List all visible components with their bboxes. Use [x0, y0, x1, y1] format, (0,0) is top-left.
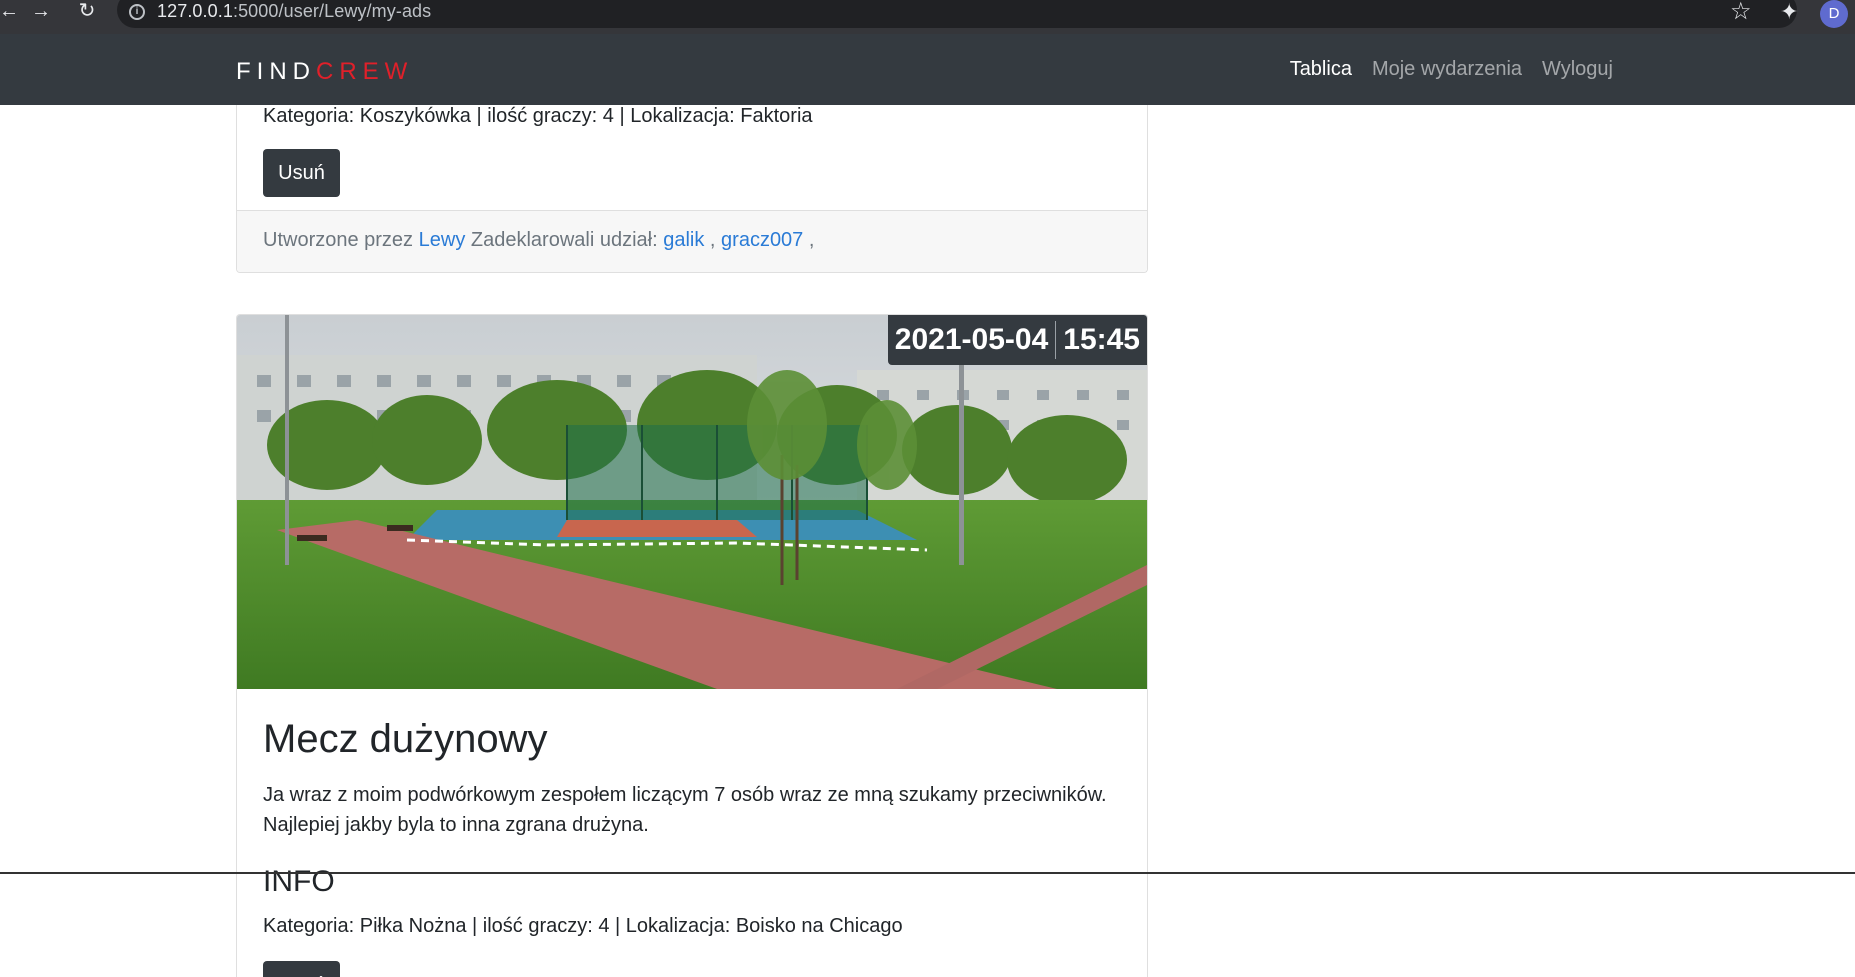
forward-arrow-icon[interactable]: →: [28, 0, 54, 24]
address-bar[interactable]: i 127.0.0.1:5000/user/Lewy/my-ads: [117, 0, 1797, 28]
info-heading: INFO: [263, 865, 335, 898]
back-arrow-icon[interactable]: ←: [0, 0, 22, 24]
card-footer: Utworzone przez Lewy Zadeklarowali udzia…: [237, 210, 1147, 272]
ad-image: 2021-05-04 15:45: [237, 315, 1147, 689]
event-date: 2021-05-04: [894, 323, 1049, 356]
nav-link-moje-wydarzenia[interactable]: Moje wydarzenia: [1372, 58, 1522, 81]
ad-card: Kategoria: Koszykówka | ilość graczy: 4 …: [236, 105, 1148, 273]
ad-title: Mecz dużynowy: [263, 717, 548, 761]
navbar: FINDCREW Tablica Moje wydarzenia Wyloguj: [0, 34, 1855, 105]
url-text[interactable]: 127.0.0.1:5000/user/Lewy/my-ads: [157, 1, 431, 22]
nav-links: Tablica Moje wydarzenia Wyloguj: [1290, 58, 1613, 81]
event-time: 15:45: [1063, 323, 1140, 356]
ad-meta: Kategoria: Koszykówka | ilość graczy: 4 …: [263, 105, 813, 127]
date-badge: 2021-05-04 15:45: [887, 315, 1147, 365]
ad-meta: Kategoria: Piłka Nożna | ilość graczy: 4…: [263, 915, 903, 937]
info-icon[interactable]: i: [129, 4, 145, 20]
nav-link-wyloguj[interactable]: Wyloguj: [1542, 58, 1613, 81]
declared-label: Zadeklarowali udział:: [470, 229, 658, 251]
participant-link[interactable]: galik: [663, 229, 704, 251]
avatar[interactable]: D: [1820, 0, 1848, 28]
nav-link-tablica[interactable]: Tablica: [1290, 58, 1352, 81]
delete-button[interactable]: Usuń: [263, 961, 340, 977]
delete-button[interactable]: Usuń: [263, 149, 340, 197]
sports-field-photo: [237, 315, 1147, 689]
ad-card: 2021-05-04 15:45 Mecz dużynowy Ja wraz z…: [236, 314, 1148, 977]
star-icon[interactable]: ☆: [1730, 0, 1752, 24]
ads-list: Kategoria: Koszykówka | ilość graczy: 4 …: [0, 105, 1855, 977]
brand-logo[interactable]: FINDCREW: [236, 58, 413, 86]
puzzle-extension-icon[interactable]: ✦: [1780, 0, 1798, 24]
brand-part-crew: CREW: [316, 58, 414, 85]
browser-toolbar: ← → ↻ i 127.0.0.1:5000/user/Lewy/my-ads …: [0, 0, 1855, 34]
bottom-divider: [0, 872, 1855, 874]
brand-part-find: FIND: [236, 58, 316, 85]
url-path: :5000/user/Lewy/my-ads: [232, 1, 432, 21]
ad-description: Ja wraz z moim podwórkowym zespołem licz…: [263, 784, 1107, 836]
reload-icon[interactable]: ↻: [74, 0, 100, 24]
url-host: 127.0.0.1: [157, 1, 233, 21]
participant-link[interactable]: gracz007: [721, 229, 803, 251]
author-link[interactable]: Lewy: [419, 229, 466, 251]
created-by-label: Utworzone przez: [263, 229, 414, 251]
